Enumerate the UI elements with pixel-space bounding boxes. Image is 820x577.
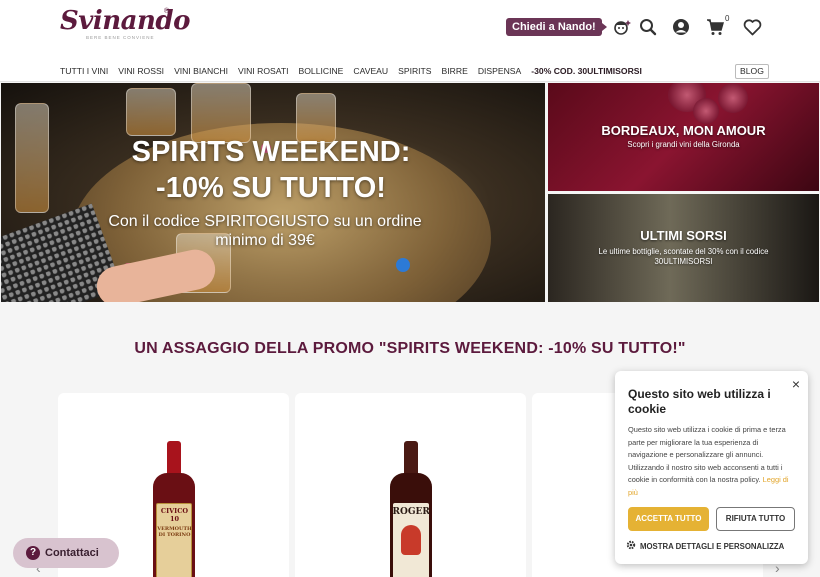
nav-item-birre[interactable]: BIRRE (442, 66, 468, 76)
bottle-label-name: VERMOUTH DI TORINO (157, 526, 192, 538)
reject-all-button[interactable]: RIFIUTA TUTTO (716, 507, 795, 531)
cart-icon[interactable] (705, 17, 725, 37)
hero-subtitle: Con il codice SPIRITOGIUSTO su un ordine… (108, 213, 422, 249)
nav-item-promo-30[interactable]: -30% COD. 30ULTIMISORSI (531, 66, 642, 76)
close-icon[interactable]: × (792, 376, 800, 392)
bottle-label: CIVICO 10 VERMOUTH DI TORINO (155, 503, 192, 577)
nav-item-vini-rosati[interactable]: VINI ROSATI (238, 66, 288, 76)
cookie-body: Questo sito web utilizza i cookie di pri… (628, 424, 798, 500)
help-icon: ? (26, 546, 40, 560)
search-icon[interactable] (638, 17, 658, 37)
show-details-label: MOSTRA DETTAGLI E PERSONALIZZA (640, 541, 785, 551)
hero-title-line1: SPIRITS WEEKEND: (131, 136, 411, 168)
bottle-neck (403, 441, 418, 477)
nav-item-bollicine[interactable]: BOLLICINE (299, 66, 344, 76)
hero-decanter (191, 83, 251, 143)
accept-all-button[interactable]: ACCETTA TUTTO (628, 507, 709, 531)
blog-link[interactable]: BLOG (735, 64, 769, 79)
decor-flower (718, 83, 748, 113)
ask-nando-button[interactable]: Chiedi a Nando! (506, 18, 607, 36)
gear-icon (626, 540, 636, 552)
nav-item-vini-rossi[interactable]: VINI ROSSI (118, 66, 164, 76)
decor-flower (693, 98, 719, 124)
product-bottle-image: ROGER (389, 441, 432, 577)
nav-item-dispensa[interactable]: DISPENSA (478, 66, 521, 76)
bordeaux-subtitle: Scopri i grandi vini della Gironda (627, 140, 740, 149)
hero-title-line2: -10% SU TUTTO! (156, 172, 386, 204)
bottle-label-brand: CIVICO 10 (160, 507, 189, 523)
svinando-logo[interactable]: Svinando ® BERE BENE CONVIENE (60, 6, 190, 42)
product-card[interactable]: ROGER (295, 393, 526, 577)
contact-button[interactable]: ? Contattaci (13, 538, 119, 568)
cart-count-badge: 0 (725, 14, 730, 23)
ultimi-sorsi-subtitle: Le ultime bottiglie, scontate del 30% co… (598, 247, 769, 266)
bordeaux-title: BORDEAUX, MON AMOUR (601, 123, 766, 138)
bottle-label-brand: ROGER (392, 507, 430, 517)
logo-registered-mark: ® (164, 8, 170, 15)
nav-item-caveau[interactable]: CAVEAU (353, 66, 388, 76)
nav-item-spirits[interactable]: SPIRITS (398, 66, 431, 76)
site-header: Svinando ® BERE BENE CONVIENE Chiedi a N… (0, 0, 820, 82)
nav-item-vini-bianchi[interactable]: VINI BIANCHI (174, 66, 228, 76)
bottle-neck (166, 441, 181, 477)
contact-label: Contattaci (45, 547, 99, 559)
ultimi-sorsi-title: ULTIMI SORSI (640, 228, 727, 243)
logo-tagline: BERE BENE CONVIENE (86, 35, 155, 40)
main-nav: TUTTI I VINI VINI ROSSI VINI BIANCHI VIN… (60, 66, 642, 76)
cookie-consent-dialog: × Questo sito web utilizza i cookie Ques… (615, 371, 808, 564)
logo-wordmark: Svinando (60, 6, 190, 36)
hero-cognac-glass (126, 88, 176, 136)
bottle-label-illustration (400, 525, 421, 555)
promo-section-title: UN ASSAGGIO DELLA PROMO "SPIRITS WEEKEND… (134, 340, 686, 357)
hero-banner-ultimi-sorsi[interactable]: ULTIMI SORSI Le ultime bottiglie, sconta… (548, 194, 819, 302)
hero-banner-bordeaux[interactable]: BORDEAUX, MON AMOUR Scopri i grandi vini… (548, 83, 819, 191)
hero-confetti (396, 258, 410, 272)
show-details-button[interactable]: MOSTRA DETTAGLI E PERSONALIZZA (626, 540, 784, 552)
bottle-label: ROGER (392, 503, 430, 577)
cookie-title: Questo sito web utilizza i cookie (628, 387, 771, 416)
nav-item-tutti-i-vini[interactable]: TUTTI I VINI (60, 66, 108, 76)
nando-avatar-icon[interactable] (611, 17, 631, 37)
account-icon[interactable] (671, 17, 691, 37)
product-bottle-image: CIVICO 10 VERMOUTH DI TORINO (152, 441, 195, 577)
wishlist-heart-icon[interactable] (742, 17, 762, 37)
